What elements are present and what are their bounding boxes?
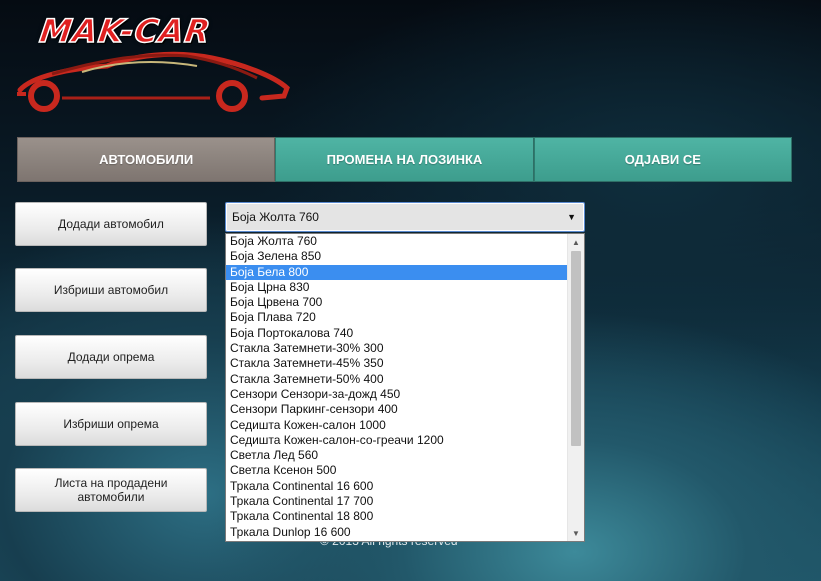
car-silhouette-icon	[17, 51, 290, 112]
dropdown-option[interactable]: Стакла Затемнети-45% 350	[226, 356, 567, 371]
nav-item-logout[interactable]: ОДЈАВИ СЕ	[533, 137, 792, 182]
dropdown-option[interactable]: Седишта Кожен-салон 1000	[226, 418, 567, 433]
delete-car-button[interactable]: Избриши автомобил	[15, 268, 207, 312]
dropdown-option[interactable]: Боја Зелена 850	[226, 249, 567, 264]
dropdown-option[interactable]: Тркала Continental 18 800	[226, 509, 567, 524]
dropdown-option[interactable]: Тркала Continental 16 600	[226, 479, 567, 494]
nav-item-change-password[interactable]: ПРОМЕНА НА ЛОЗИНКА	[275, 137, 534, 182]
sold-cars-list-button[interactable]: Листа на продадени автомобили	[15, 468, 207, 512]
delete-equipment-button[interactable]: Избриши опрема	[15, 402, 207, 446]
dropdown-option[interactable]: Стакла Затемнети-30% 300	[226, 341, 567, 356]
dropdown-option[interactable]: Боја Портокалова 740	[226, 326, 567, 341]
dropdown-option[interactable]: Светла Лед 560	[226, 448, 567, 463]
dropdown-option[interactable]: Боја Плава 720	[226, 310, 567, 325]
dropdown-option[interactable]: Тркала Dunlop 16 600	[226, 525, 567, 540]
dropdown-option[interactable]: Сензори Сензори-за-дожд 450	[226, 387, 567, 402]
nav-item-cars[interactable]: АВТОМОБИЛИ	[17, 137, 276, 182]
dropdown-option[interactable]: Стакла Затемнети-50% 400	[226, 372, 567, 387]
equipment-select-value: Боја Жолта 760	[232, 210, 319, 224]
dropdown-option[interactable]: Сензори Паркинг-сензори 400	[226, 402, 567, 417]
dropdown-option[interactable]: Боја Жолта 760	[226, 234, 567, 249]
equipment-select[interactable]: Боја Жолта 760 ▼	[225, 202, 585, 232]
dropdown-scrollbar[interactable]: ▲ ▼	[567, 234, 584, 541]
chevron-down-icon[interactable]: ▼	[567, 212, 576, 222]
logo[interactable]: MAK-CAR	[12, 8, 292, 113]
dropdown-option[interactable]: Боја Црвена 700	[226, 295, 567, 310]
scroll-up-icon[interactable]: ▲	[568, 234, 584, 250]
add-equipment-button[interactable]: Додади опрема	[15, 335, 207, 379]
dropdown-option[interactable]: Боја Бела 800	[226, 264, 567, 280]
main-nav: АВТОМОБИЛИ ПРОМЕНА НА ЛОЗИНКА ОДЈАВИ СЕ	[17, 137, 792, 182]
dropdown-option[interactable]: Тркала Continental 17 700	[226, 494, 567, 509]
scrollbar-thumb[interactable]	[571, 251, 581, 446]
add-car-button[interactable]: Додади автомобил	[15, 202, 207, 246]
equipment-options-list: Боја Жолта 760 Боја Зелена 850 Боја Бела 8…	[226, 234, 567, 540]
dropdown-option[interactable]: Светла Ксенон 500	[226, 463, 567, 478]
equipment-dropdown: Боја Жолта 760 Боја Зелена 850 Боја Бела 8…	[225, 233, 585, 542]
dropdown-option[interactable]: Боја Црна 830	[226, 280, 567, 295]
scroll-down-icon[interactable]: ▼	[568, 525, 584, 541]
dropdown-option[interactable]: Седишта Кожен-салон-со-греачи 1200	[226, 433, 567, 448]
